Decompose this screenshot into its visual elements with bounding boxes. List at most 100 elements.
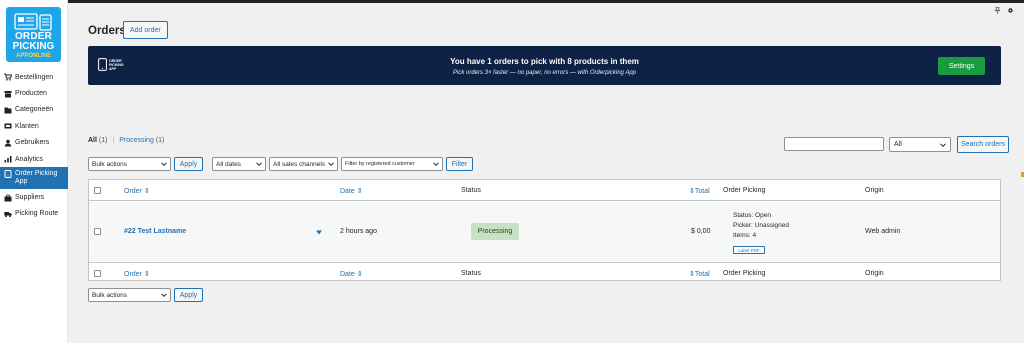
sort-icon: ⇕ [356,188,363,195]
search-input[interactable] [784,137,884,151]
row-checkbox[interactable] [94,228,101,235]
settings-button[interactable]: Settings [938,57,985,75]
table-row[interactable]: #22 Test Lastname 2 hours ago Processing… [89,202,1000,261]
sidebar-item-gebruikers[interactable]: Gebruikers [0,135,68,151]
order-origin: Web admin [865,228,901,235]
bulk-actions-select[interactable]: Bulk actions [88,157,171,171]
customer-filter-placeholder: Filter by registered customer [345,161,415,167]
order-total: $ 0,00 [691,228,711,235]
sidebar-item-label: Analytics [15,155,44,163]
column-status: Status [461,187,481,194]
logo-line2: PICKING [12,41,55,52]
user-icon [4,139,12,147]
chevron-down-icon [940,143,946,148]
order-date: 2 hours ago [340,228,377,235]
top-right-tools [994,7,1014,14]
chevron-down-icon [433,162,439,167]
banner-subtitle: Pick orders 3× faster — no paper, no err… [452,70,637,76]
column-total-footer[interactable]: ⇕Total [689,270,710,278]
sidebar-item-producten[interactable]: Producten [0,85,68,101]
truck-icon [4,210,12,218]
select-all-checkbox[interactable] [94,187,101,194]
screens-icon [14,13,52,31]
column-total[interactable]: ⇕Total [689,187,710,195]
sidebar-item-bestellingen[interactable]: Bestellingen [0,69,68,85]
dates-select[interactable]: All dates [212,157,266,171]
label-pdf-button[interactable]: Label PDF [733,246,765,254]
app-logo[interactable]: ORDER PICKING APPONLINE [6,7,61,62]
sidebar-item-label: Picking Route [15,210,59,218]
briefcase-icon [4,194,12,202]
apply-button[interactable]: Apply [174,157,203,171]
column-origin-footer: Origin [865,270,884,277]
column-date[interactable]: Date ⇕ [340,187,363,195]
sales-channels-select[interactable]: All sales channels [269,157,338,171]
sort-icon: ⇕ [356,271,363,278]
sidebar-item-label: Categorieën [15,106,54,114]
order-link[interactable]: #22 Test Lastname [124,228,186,235]
pin-icon[interactable] [994,7,1001,14]
sidebar-item-label: Klanten [15,122,39,130]
sidebar-item-order-picking-app[interactable]: Order Picking App [0,167,68,190]
sidebar-menu: Bestellingen Producten Categorieën Klant… [0,69,68,222]
sort-icon: ⇕ [143,188,150,195]
sidebar-item-suppliers[interactable]: Suppliers [0,189,68,205]
gear-icon[interactable] [1007,7,1014,14]
orders-table: Order ⇕ Date ⇕ Status ⇕Total Order Picki… [88,179,1001,281]
chevron-down-icon [161,293,167,298]
customer-filter-select[interactable]: Filter by registered customer [341,157,443,171]
sidebar-item-label: Order Picking App [15,170,58,186]
filter-separator: | [112,137,115,144]
sidebar-item-label: Suppliers [15,194,45,202]
picking-picker: Picker: Unassigned [733,222,789,229]
main-content: Orders Add order ORDER PICKING APP You h… [79,3,1024,343]
picking-status: Status: Open [733,212,771,219]
users-icon [4,122,12,130]
archive-icon [4,90,12,98]
column-order[interactable]: Order ⇕ [124,187,150,195]
sidebar: ORDER PICKING APPONLINE Bestellingen Pro… [0,0,68,343]
folder-icon [4,106,12,114]
preview-arrow-icon[interactable] [316,230,322,235]
picking-items: Items: 4 [733,232,757,239]
bar-chart-icon [4,155,12,163]
column-date-footer[interactable]: Date ⇕ [340,270,363,278]
sales-channels-value: All sales channels [273,160,326,168]
logo-line3: APPONLINE [6,52,61,60]
sidebar-item-label: Producten [15,90,47,98]
column-status-footer: Status [461,270,481,277]
apply-button-bottom[interactable]: Apply [174,288,203,302]
sidebar-item-label: Bestellingen [15,73,54,81]
chevron-down-icon [161,162,167,167]
chevron-down-icon [256,162,262,167]
status-filter-links: All (1) | Processing (1) [88,137,164,144]
filter-all-count: (1) [98,137,108,144]
column-order-footer[interactable]: Order ⇕ [124,270,150,278]
dates-value: All dates [216,160,241,168]
logo-line3a: APP [15,53,29,59]
search-type-select[interactable]: All [889,137,951,152]
logo-line3b: ONLINE [28,53,51,59]
column-order-picking: Order Picking [723,187,766,194]
add-order-button[interactable]: Add order [123,21,168,39]
sidebar-item-analytics[interactable]: Analytics [0,151,68,167]
banner-title: You have 1 orders to pick with 8 product… [450,57,639,66]
status-badge: Processing [471,223,519,240]
select-all-checkbox-footer[interactable] [94,270,101,277]
table-footer: Order ⇕ Date ⇕ Status ⇕Total Order Picki… [89,262,1000,283]
filter-button[interactable]: Filter [446,157,473,171]
search-orders-button[interactable]: Search orders [957,136,1009,153]
filter-all-link[interactable]: All [88,137,97,144]
tablet-icon [4,170,12,179]
table-header: Order ⇕ Date ⇕ Status ⇕Total Order Picki… [89,180,1000,201]
sidebar-item-picking-route[interactable]: Picking Route [0,206,68,222]
page-title: Orders [88,25,126,37]
search-type-value: All [894,141,902,148]
promo-banner: ORDER PICKING APP You have 1 orders to p… [88,46,1001,85]
filter-processing-link[interactable]: Processing [119,137,154,144]
bulk-actions-value: Bulk actions [92,291,128,299]
sidebar-item-klanten[interactable]: Klanten [0,118,68,134]
sidebar-item-categorieen[interactable]: Categorieën [0,102,68,118]
column-order-picking-footer: Order Picking [723,270,766,277]
bulk-actions-select-bottom[interactable]: Bulk actions [88,288,171,302]
